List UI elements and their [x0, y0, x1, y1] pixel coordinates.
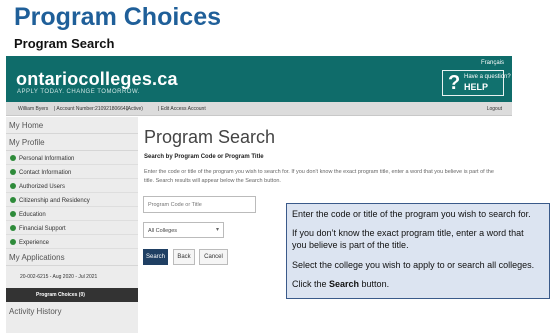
slide-subtitle: Program Search [14, 36, 115, 51]
page-title: Program Search [144, 127, 276, 147]
edit-access-account-link[interactable]: | Edit Access Account [158, 106, 206, 112]
sidebar-item-label: Personal Information [19, 156, 75, 162]
sidebar-item-label: Authorized Users [19, 184, 66, 190]
sidebar-item-activity-history[interactable]: Activity History [6, 303, 138, 320]
sidebar-item-label: Experience [19, 240, 50, 246]
callout-search-emphasis: Search [329, 279, 360, 289]
back-button[interactable]: Back [173, 249, 195, 265]
callout-text: Click the [292, 279, 330, 289]
sidebar-item-label: Contact Information [19, 170, 72, 176]
sidebar-item-education[interactable]: Education [6, 207, 138, 221]
language-link[interactable]: Français [481, 60, 504, 66]
help-label: HELP [464, 82, 489, 92]
callout-line: Select the college you wish to apply to … [292, 260, 535, 270]
check-circle-icon [10, 183, 16, 189]
check-circle-icon [10, 239, 16, 245]
question-mark-icon: ? [448, 72, 461, 94]
chevron-down-icon: ▾ [215, 227, 219, 233]
help-button[interactable]: ? Have a question? HELP [442, 70, 511, 96]
account-number: | Account Number:210921806641 [54, 106, 129, 112]
brand-logo[interactable]: ontariocolleges.ca [16, 69, 178, 90]
cancel-button[interactable]: Cancel [199, 249, 228, 265]
account-status: (Active) [126, 106, 143, 112]
section-heading: Search by Program Code or Program Title [144, 154, 264, 160]
sidebar-item-contact-information[interactable]: Contact Information [6, 165, 138, 179]
callout-line: Enter the code or title of the program y… [292, 209, 531, 219]
sidebar-item-authorized-users[interactable]: Authorized Users [6, 179, 138, 193]
sidebar-item-my-profile[interactable]: My Profile [6, 134, 138, 151]
sidebar-item-citizenship[interactable]: Citizenship and Residency [6, 193, 138, 207]
account-bar: William Byers | Account Number:210921806… [6, 102, 512, 116]
sidebar: My Home My Profile Personal Information … [6, 117, 138, 333]
sidebar-item-personal-information[interactable]: Personal Information [6, 151, 138, 165]
sidebar-item-financial-support[interactable]: Financial Support [6, 221, 138, 235]
check-circle-icon [10, 211, 16, 217]
sidebar-item-experience[interactable]: Experience [6, 235, 138, 249]
slide-title: Program Choices [14, 3, 222, 31]
check-circle-icon [10, 169, 16, 175]
college-select-value: All Colleges [148, 228, 178, 234]
site-header: Français ontariocolleges.ca APPLY TODAY.… [6, 56, 512, 102]
callout-line: Click the Search button. [292, 279, 389, 290]
search-instructions: Enter the code or title of the program y… [144, 169, 494, 184]
search-button[interactable]: Search [143, 249, 168, 265]
instruction-callout: Enter the code or title of the program y… [286, 203, 550, 299]
check-circle-icon [10, 197, 16, 203]
sidebar-item-label: Citizenship and Residency [19, 198, 90, 204]
callout-line: you believe is part of the title. [292, 240, 409, 250]
account-name: William Byers [18, 106, 49, 112]
check-circle-icon [10, 225, 16, 231]
brand-tagline: APPLY TODAY. CHANGE TOMORROW. [17, 89, 140, 95]
college-select[interactable]: All Colleges ▾ [143, 222, 224, 238]
callout-line: If you don’t know the exact program titl… [292, 228, 524, 238]
program-code-input[interactable] [143, 196, 256, 213]
sidebar-item-label: Financial Support [19, 226, 66, 232]
logout-link[interactable]: Logout [487, 106, 502, 112]
sidebar-item-my-home[interactable]: My Home [6, 117, 138, 134]
sidebar-item-program-choices[interactable]: Program Choices (0) [6, 288, 138, 302]
callout-text: button. [359, 279, 390, 289]
sidebar-item-application[interactable]: 20-002-6215 - Aug 2020 - Jul 2021 [6, 270, 138, 284]
help-question-label: Have a question? [464, 74, 511, 80]
check-circle-icon [10, 155, 16, 161]
sidebar-item-label: Education [19, 212, 46, 218]
sidebar-item-my-applications[interactable]: My Applications [6, 249, 138, 266]
